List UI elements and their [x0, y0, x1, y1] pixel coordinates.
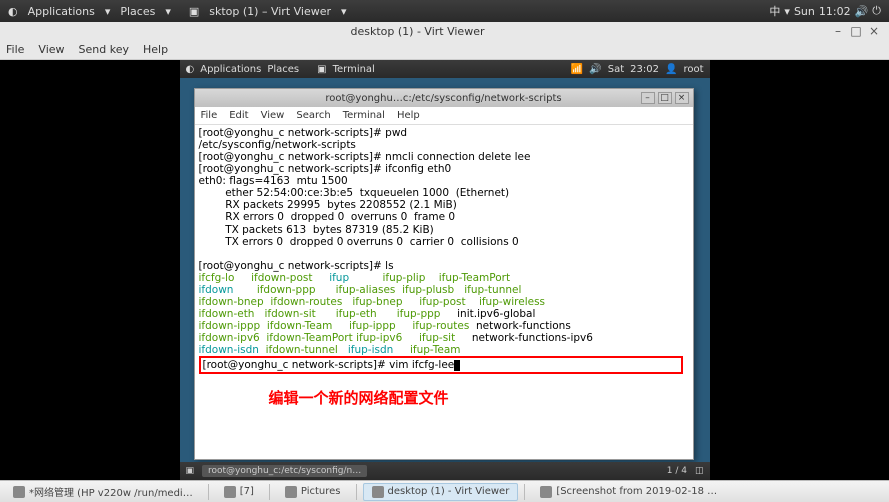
clock-day: Sun: [794, 5, 815, 18]
topbar-active-window[interactable]: sktop (1) – Virt Viewer: [203, 3, 337, 20]
power-icon[interactable]: ⏻: [872, 4, 881, 18]
taskbar-item[interactable]: [Screenshot from 2019-02-18 …: [531, 483, 726, 501]
terminal-body[interactable]: [root@yonghu_c network-scripts]# pwd/etc…: [195, 125, 693, 410]
term-menu-edit[interactable]: Edit: [229, 110, 248, 121]
guest-clock-time: 23:02: [630, 64, 659, 75]
terminal-title-text: root@yonghu…c:/etc/sysconfig/network-scr…: [325, 93, 561, 104]
host-topbar: ◐ Applications▾ Places▾ ▣ sktop (1) – Vi…: [0, 0, 889, 22]
terminal-icon: ▣: [317, 64, 326, 75]
term-menu-search[interactable]: Search: [296, 110, 330, 121]
volume-icon[interactable]: 🔊: [589, 64, 601, 75]
activities-icon: ◐: [8, 5, 18, 18]
term-menu-help[interactable]: Help: [397, 110, 420, 121]
annotation-text: 编辑一个新的网络配置文件: [269, 390, 689, 407]
menu-sendkey[interactable]: Send key: [79, 43, 129, 56]
app-icon: [13, 486, 25, 498]
guest-user[interactable]: root: [683, 64, 703, 75]
window-icon: ▣: [189, 5, 199, 18]
guest-active-window[interactable]: Terminal: [333, 64, 375, 75]
workspace-grid-icon[interactable]: ◫: [695, 466, 704, 476]
term-menu-view[interactable]: View: [261, 110, 285, 121]
guest-menu-places[interactable]: Places: [267, 64, 299, 75]
guest-topbar: ◐ Applications Places ▣ Terminal 📶 🔊 Sat…: [180, 60, 710, 78]
taskbar-item[interactable]: [7]: [215, 483, 263, 501]
terminal-titlebar[interactable]: root@yonghu…c:/etc/sysconfig/network-scr…: [195, 89, 693, 107]
virt-titlebar: desktop (1) - Virt Viewer – □ ×: [0, 22, 889, 40]
taskbar-item[interactable]: desktop (1) - Virt Viewer: [363, 483, 519, 501]
minimize-button[interactable]: –: [831, 24, 845, 38]
taskbar-item[interactable]: Pictures: [276, 483, 350, 501]
menu-applications[interactable]: Applications: [22, 3, 101, 20]
virt-canvas: ◐ Applications Places ▣ Terminal 📶 🔊 Sat…: [0, 60, 889, 480]
app-icon: [224, 486, 236, 498]
clock-time: 11:02: [819, 5, 851, 18]
workspace-indicator[interactable]: 1 / 4: [667, 466, 687, 476]
terminal-window[interactable]: root@yonghu…c:/etc/sysconfig/network-scr…: [194, 88, 694, 460]
guest-taskbar: ▣ root@yonghu_c:/etc/sysconfig/n… 1 / 4 …: [180, 462, 710, 480]
guest-clock-day: Sat: [608, 64, 624, 75]
taskbar-terminal[interactable]: root@yonghu_c:/etc/sysconfig/n…: [202, 465, 367, 477]
app-icon: [372, 486, 384, 498]
volume-icon[interactable]: 🔊: [855, 5, 869, 18]
app-icon: [540, 486, 552, 498]
guest-menu-applications[interactable]: Applications: [200, 64, 261, 75]
menu-view[interactable]: View: [38, 43, 64, 56]
term-menu-terminal[interactable]: Terminal: [343, 110, 385, 121]
highlighted-command: [root@yonghu_c network-scripts]# vim ifc…: [199, 356, 683, 374]
menu-places[interactable]: Places: [114, 3, 161, 20]
close-button[interactable]: ×: [867, 24, 881, 38]
terminal-menubar: File Edit View Search Terminal Help: [195, 107, 693, 125]
show-desktop-icon[interactable]: ▣: [186, 466, 195, 476]
term-minimize[interactable]: –: [641, 92, 655, 104]
user-icon[interactable]: 👤: [665, 64, 677, 75]
term-menu-file[interactable]: File: [201, 110, 218, 121]
host-taskbar: *网络管理 (HP v220w /run/medi… [7] Pictures des…: [0, 480, 889, 502]
maximize-button[interactable]: □: [849, 24, 863, 38]
taskbar-item[interactable]: *网络管理 (HP v220w /run/medi…: [4, 481, 202, 502]
guest-desktop: root@yonghu…c:/etc/sysconfig/network-scr…: [180, 78, 710, 462]
terminal-cursor: [454, 360, 460, 371]
input-method[interactable]: 中: [769, 3, 780, 19]
term-maximize[interactable]: □: [658, 92, 672, 104]
term-close[interactable]: ×: [675, 92, 689, 104]
network-icon[interactable]: 📶: [571, 64, 583, 75]
virt-title: desktop (1) - Virt Viewer: [8, 25, 827, 38]
app-icon: [285, 486, 297, 498]
menu-help[interactable]: Help: [143, 43, 168, 56]
virt-menubar: File View Send key Help: [0, 40, 889, 60]
guest-vm[interactable]: ◐ Applications Places ▣ Terminal 📶 🔊 Sat…: [180, 60, 710, 480]
menu-file[interactable]: File: [6, 43, 24, 56]
